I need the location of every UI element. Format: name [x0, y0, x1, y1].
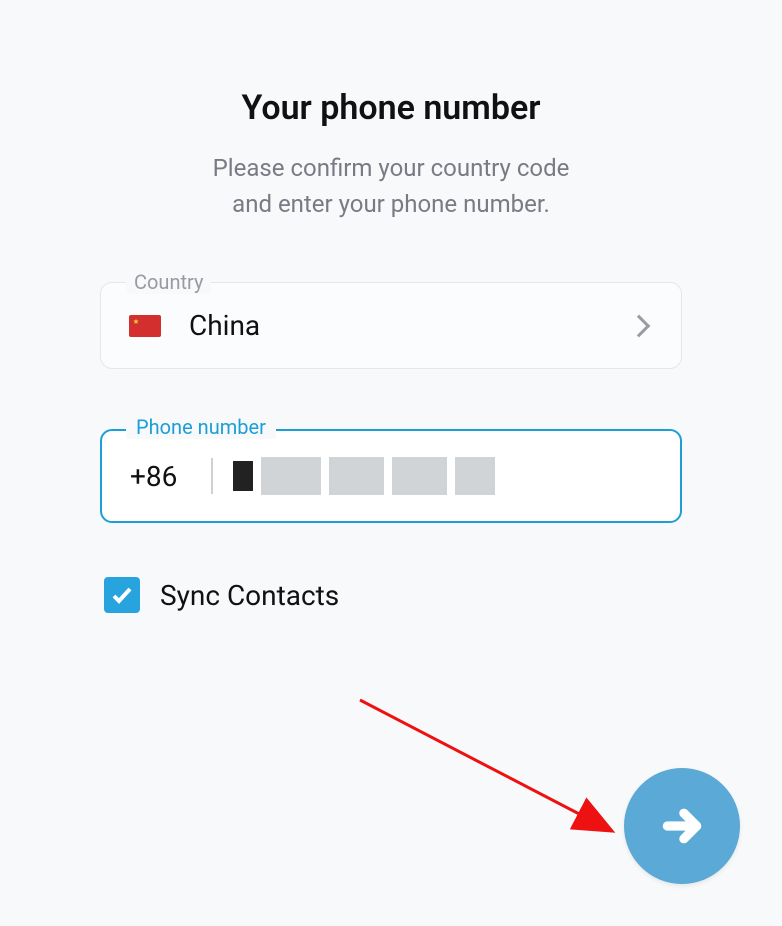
input-divider: [211, 458, 213, 494]
country-selector[interactable]: China: [100, 282, 682, 369]
phone-field[interactable]: Phone number +86: [100, 429, 682, 523]
country-code: +86: [130, 460, 177, 493]
page-title: Your phone number: [100, 88, 682, 128]
check-icon: [110, 583, 134, 607]
sync-contacts-row[interactable]: Sync Contacts: [104, 577, 682, 613]
sync-contacts-checkbox[interactable]: [104, 577, 140, 613]
next-button[interactable]: [624, 768, 740, 884]
page-subtitle: Please confirm your country codeand ente…: [100, 150, 682, 222]
country-label: Country: [126, 270, 211, 294]
annotation-arrow: [360, 700, 660, 860]
arrow-right-icon: [660, 804, 704, 848]
country-name: China: [189, 309, 631, 342]
phone-number-input[interactable]: [233, 455, 652, 497]
country-field[interactable]: Country China: [100, 282, 682, 369]
sync-contacts-label: Sync Contacts: [160, 579, 339, 612]
china-flag-icon: [129, 315, 161, 337]
phone-label: Phone number: [126, 415, 276, 439]
chevron-right-icon: [628, 314, 651, 337]
phone-input-box[interactable]: +86: [100, 429, 682, 523]
